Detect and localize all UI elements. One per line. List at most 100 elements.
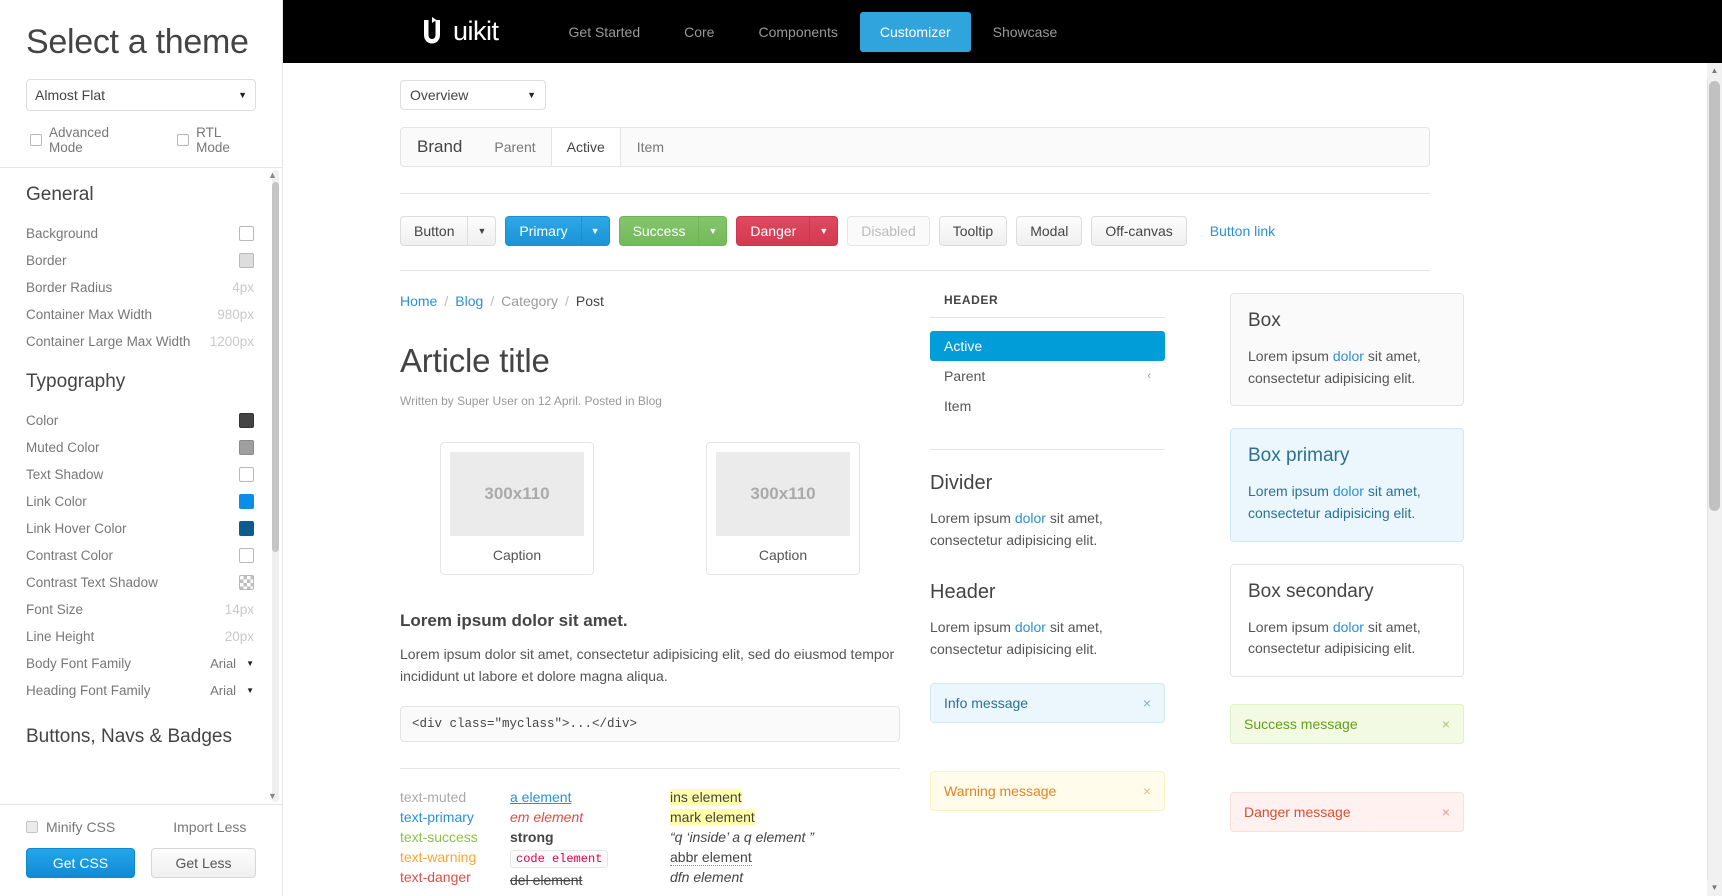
nav-item-get-started[interactable]: Get Started: [547, 12, 663, 52]
close-icon[interactable]: ×: [1143, 783, 1151, 799]
button-off-canvas[interactable]: Off-canvas: [1091, 216, 1187, 246]
color-swatch-link-hover-color[interactable]: [239, 520, 254, 536]
article-column: Home / Blog / Category / Post Article ti…: [400, 293, 900, 888]
checkbox-icon[interactable]: [177, 133, 190, 146]
get-less-button[interactable]: Get Less: [151, 848, 256, 878]
button-link[interactable]: Button link: [1196, 216, 1289, 246]
setting-row-link-color[interactable]: Link Color: [26, 488, 254, 515]
alert-danger: Danger message ×: [1230, 792, 1464, 833]
nav-item-core[interactable]: Core: [662, 12, 736, 52]
brand-logo[interactable]: uikit: [419, 16, 499, 47]
chevron-down-icon[interactable]: ▼: [246, 686, 254, 695]
color-swatch-muted-color[interactable]: [239, 439, 254, 455]
button-primary[interactable]: Primary: [505, 216, 582, 246]
scroll-down-icon[interactable]: ▼: [1707, 880, 1722, 896]
settings-group-title-typography: Typography: [26, 370, 126, 392]
button-success-dropdown-toggle[interactable]: ▼: [699, 216, 728, 246]
divider-paragraph: Lorem ipsum dolor sit amet, consectetur …: [930, 508, 1165, 551]
chevron-down-icon: ▼: [477, 226, 487, 236]
button-tooltip[interactable]: Tooltip: [938, 216, 1008, 246]
button-danger[interactable]: Danger: [736, 216, 811, 246]
color-swatch-text-shadow[interactable]: [239, 466, 254, 482]
checkbox-icon[interactable]: [26, 821, 38, 833]
customizer-scrollbar-thumb[interactable]: [272, 181, 279, 552]
button-primary-dropdown-toggle[interactable]: ▼: [581, 216, 610, 246]
close-icon[interactable]: ×: [1143, 695, 1151, 711]
abbr-element-sample: abbr element: [670, 849, 752, 867]
nav-list-item-item[interactable]: Item: [930, 391, 1165, 421]
a-element-sample[interactable]: a element: [510, 789, 571, 805]
setting-row-container-max-width[interactable]: Container Max Width 980px: [26, 301, 254, 328]
get-css-button[interactable]: Get CSS: [26, 848, 135, 878]
nav-list-item-active[interactable]: Active: [930, 331, 1165, 361]
nav-item-customizer[interactable]: Customizer: [859, 11, 971, 52]
setting-row-container-large-max-width[interactable]: Container Large Max Width 1200px: [26, 328, 254, 355]
setting-row-contrast-color[interactable]: Contrast Color: [26, 542, 254, 569]
button-default-dropdown-toggle[interactable]: ▼: [468, 216, 497, 246]
header-paragraph: Lorem ipsum dolor sit amet, consectetur …: [930, 617, 1165, 660]
breadcrumb-separator: /: [444, 293, 449, 309]
setting-row-line-height[interactable]: Line Height 20px: [26, 623, 254, 650]
button-default[interactable]: Button: [400, 216, 469, 246]
demo-navbar-item-parent[interactable]: Parent: [478, 128, 550, 166]
minify-css-toggle[interactable]: Minify CSS: [26, 819, 115, 835]
setting-row-border-radius[interactable]: Border Radius 4px: [26, 274, 254, 301]
scroll-up-icon[interactable]: ▲: [1707, 63, 1722, 79]
nav-item-showcase[interactable]: Showcase: [971, 12, 1080, 52]
text-part: Lorem ipsum: [930, 619, 1015, 636]
color-swatch-background[interactable]: [239, 225, 254, 241]
inline-link[interactable]: dolor: [1333, 483, 1364, 499]
inline-link[interactable]: dolor: [1015, 510, 1046, 526]
color-swatch-color[interactable]: [239, 412, 254, 428]
setting-row-muted-color[interactable]: Muted Color: [26, 434, 254, 461]
inline-link[interactable]: dolor: [1333, 348, 1364, 364]
button-success[interactable]: Success: [618, 216, 700, 246]
setting-value[interactable]: 20px: [225, 629, 254, 644]
close-icon[interactable]: ×: [1442, 804, 1450, 820]
color-swatch-border[interactable]: [239, 252, 254, 268]
section-select[interactable]: Overview ▼: [400, 80, 546, 110]
demo-navbar-item-item[interactable]: Item: [621, 128, 679, 166]
advanced-mode-toggle[interactable]: Advanced Mode: [30, 125, 143, 155]
inline-link[interactable]: dolor: [1015, 619, 1046, 635]
breadcrumb-item-home[interactable]: Home: [400, 293, 437, 309]
checkbox-icon[interactable]: [30, 133, 42, 146]
page-scrollbar-thumb[interactable]: [1709, 81, 1720, 511]
close-icon[interactable]: ×: [1442, 716, 1450, 732]
demo-navbar-item-active[interactable]: Active: [550, 128, 621, 166]
button-modal[interactable]: Modal: [1016, 216, 1083, 246]
nav-item-components[interactable]: Components: [736, 12, 859, 52]
color-swatch-contrast-text-shadow[interactable]: [239, 574, 254, 590]
setting-row-font-size[interactable]: Font Size 14px: [26, 596, 254, 623]
setting-row-contrast-text-shadow[interactable]: Contrast Text Shadow: [26, 569, 254, 596]
setting-value[interactable]: 4px: [232, 280, 254, 295]
setting-row-text-shadow[interactable]: Text Shadow: [26, 461, 254, 488]
import-less-label[interactable]: Import Less: [173, 819, 246, 835]
rtl-mode-toggle[interactable]: RTL Mode: [177, 125, 256, 155]
nav-list: Active Parent ‹ Item: [930, 317, 1165, 421]
setting-row-body-font-family[interactable]: Body Font Family Arial ▼: [26, 650, 254, 677]
button-danger-dropdown-toggle[interactable]: ▼: [810, 216, 839, 246]
setting-value[interactable]: 1200px: [210, 334, 254, 349]
theme-select[interactable]: Almost Flat ▼: [26, 78, 256, 111]
chevron-down-icon[interactable]: ▼: [246, 659, 254, 668]
chevron-down-icon: ▼: [238, 89, 247, 100]
scroll-down-icon[interactable]: ▼: [267, 791, 278, 802]
color-swatch-contrast-color[interactable]: [239, 547, 254, 563]
setting-label: Container Max Width: [26, 306, 153, 322]
color-swatch-link-color[interactable]: [239, 493, 254, 509]
setting-row-background[interactable]: Background: [26, 220, 254, 247]
demo-navbar-brand[interactable]: Brand: [401, 128, 478, 166]
setting-row-color[interactable]: Color: [26, 407, 254, 434]
nav-list-item-parent[interactable]: Parent ‹: [930, 361, 1165, 391]
alert-label: Success message: [1244, 716, 1358, 733]
setting-row-link-hover-color[interactable]: Link Hover Color: [26, 515, 254, 542]
setting-value[interactable]: 14px: [225, 602, 254, 617]
advanced-mode-label: Advanced Mode: [49, 124, 110, 155]
inline-link[interactable]: dolor: [1333, 619, 1364, 635]
setting-row-heading-font-family[interactable]: Heading Font Family Arial ▼: [26, 677, 254, 704]
scroll-up-icon[interactable]: ▲: [267, 170, 278, 181]
setting-row-border[interactable]: Border: [26, 247, 254, 274]
breadcrumb-item-blog[interactable]: Blog: [455, 293, 483, 309]
setting-value[interactable]: 980px: [217, 307, 254, 322]
